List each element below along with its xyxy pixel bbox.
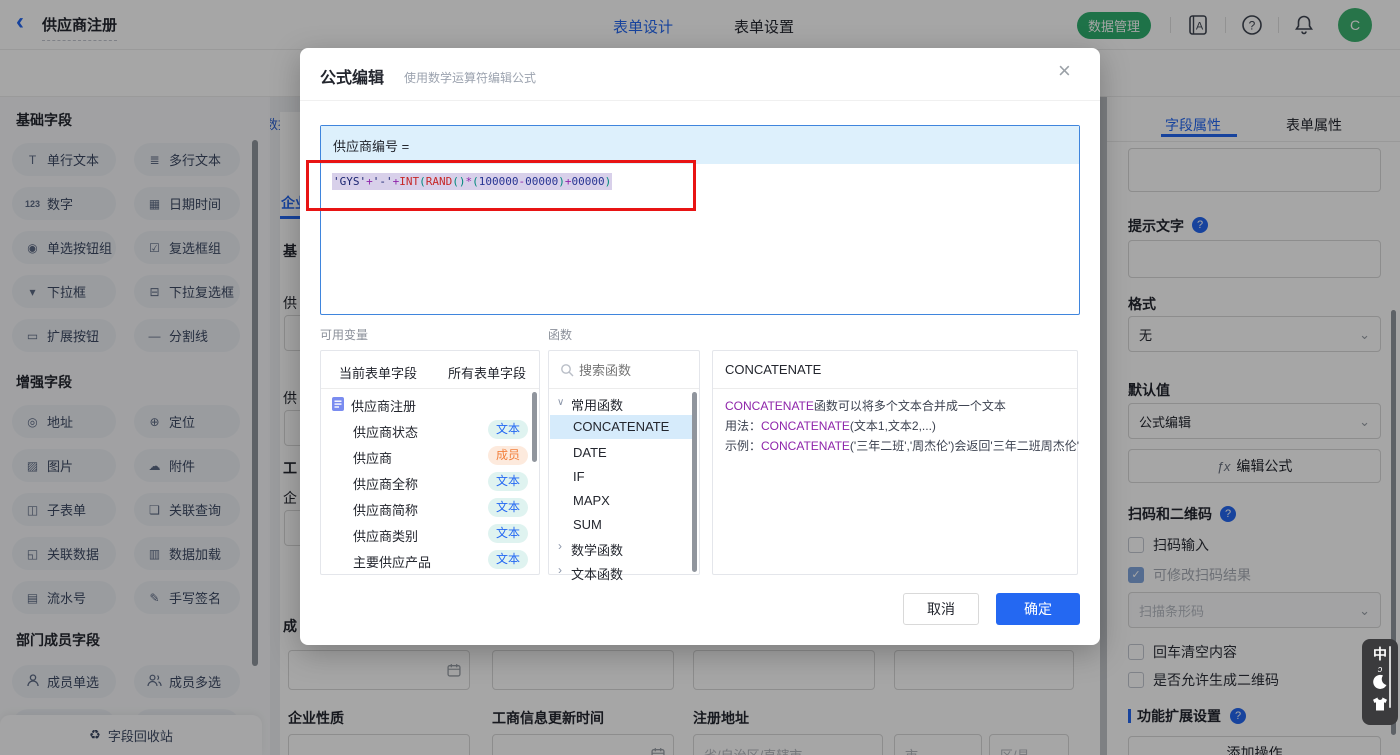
modal-title: 公式编辑 xyxy=(320,70,385,87)
cancel-label: 取消 xyxy=(927,601,955,617)
tab-current-form-fields[interactable]: 当前表单字段 xyxy=(339,363,417,382)
annotation-highlight-box xyxy=(306,160,696,211)
tab-all-form-fields[interactable]: 所有表单字段 xyxy=(448,363,526,382)
field-type-badge: 文本 xyxy=(488,524,529,543)
function-usage-line: 用法：CONCATENATE(文本1,文本2,...) xyxy=(725,417,936,434)
variables-scrollbar[interactable] xyxy=(532,392,537,462)
caret-down-icon[interactable]: ∨ xyxy=(557,397,564,408)
function-name: CONCATENATE xyxy=(761,439,850,453)
cancel-button[interactable]: 取消 xyxy=(903,593,979,625)
function-example-line: 示例：CONCATENATE('三年二班','周杰伦')会返回'三年二班周杰伦' xyxy=(725,437,1079,454)
modal-subtitle: 使用数学运算符编辑公式 xyxy=(404,71,537,85)
variables-panel: 当前表单字段 所有表单字段 供应商注册 供应商状态 文本 供应商 成员 供应商全… xyxy=(320,350,540,575)
moon-icon[interactable] xyxy=(1372,674,1388,695)
function-description-line: CONCATENATE函数可以将多个文本合并成一个文本 xyxy=(725,397,1006,414)
language-icon[interactable]: 中 xyxy=(1373,644,1387,664)
function-item-date[interactable]: DATE xyxy=(573,445,607,460)
variable-field[interactable]: 供应商状态 xyxy=(353,422,418,441)
function-description-title: CONCATENATE xyxy=(725,362,822,377)
formula-target-row: 供应商编号 = xyxy=(321,126,1079,164)
function-description-panel: CONCATENATE CONCATENATE函数可以将多个文本合并成一个文本 … xyxy=(712,350,1079,575)
squiggle-icon: ɔ xyxy=(1377,664,1383,674)
function-search-input[interactable] xyxy=(579,359,689,381)
field-type-badge: 成员 xyxy=(488,446,529,465)
variables-label: 可用变量 xyxy=(320,328,369,342)
variable-field[interactable]: 供应商简称 xyxy=(353,500,418,519)
confirm-label: 确定 xyxy=(1024,601,1052,617)
divider xyxy=(713,388,1077,389)
function-group-math[interactable]: 数学函数 xyxy=(571,540,623,559)
variable-field[interactable]: 主要供应产品 xyxy=(353,552,431,571)
formula-editor[interactable]: 供应商编号 = 'GYS'+'-'+INT(RAND()*(100000-000… xyxy=(320,125,1080,315)
functions-label: 函数 xyxy=(548,328,573,342)
field-type-badge: 文本 xyxy=(488,420,529,439)
variables-root[interactable]: 供应商注册 xyxy=(351,396,416,415)
example-prefix: 示例： xyxy=(725,439,762,453)
divider xyxy=(549,388,699,389)
usage-prefix: 用法： xyxy=(725,419,762,433)
example-text: ('三年二班','周杰伦')会返回'三年二班周杰伦' xyxy=(849,439,1079,453)
field-type-badge: 文本 xyxy=(488,472,529,491)
functions-scrollbar[interactable] xyxy=(692,392,697,572)
function-item-if[interactable]: IF xyxy=(573,469,585,484)
function-name: CONCATENATE xyxy=(725,399,814,413)
form-doc-icon xyxy=(332,397,344,416)
divider xyxy=(321,388,539,389)
field-type-badge: 文本 xyxy=(488,498,529,517)
function-group-common[interactable]: 常用函数 xyxy=(571,395,623,414)
function-group-text[interactable]: 文本函数 xyxy=(571,564,623,583)
confirm-button[interactable]: 确定 xyxy=(996,593,1080,625)
function-item-concatenate[interactable]: CONCATENATE xyxy=(573,419,669,434)
floating-tool-widget[interactable]: 中 ɔ xyxy=(1362,639,1398,725)
variable-field[interactable]: 供应商 xyxy=(353,448,392,467)
function-item-sum[interactable]: SUM xyxy=(573,517,602,532)
widget-scrollbar xyxy=(1389,646,1391,708)
caret-right-icon[interactable]: › xyxy=(558,539,562,553)
formula-edit-modal: 公式编辑 使用数学运算符编辑公式 × 供应商编号 = 'GYS'+'-'+INT… xyxy=(300,48,1100,645)
function-name: CONCATENATE xyxy=(761,419,850,433)
divider xyxy=(300,100,1100,101)
usage-text: (文本1,文本2,...) xyxy=(849,419,936,433)
description-text: 函数可以将多个文本合并成一个文本 xyxy=(813,399,1006,413)
close-icon[interactable]: × xyxy=(1058,60,1071,82)
formula-lhs: 供应商编号 = xyxy=(333,138,410,154)
search-icon xyxy=(560,363,574,382)
variable-field[interactable]: 供应商全称 xyxy=(353,474,418,493)
variable-field[interactable]: 供应商类别 xyxy=(353,526,418,545)
function-item-mapx[interactable]: MAPX xyxy=(573,493,610,508)
caret-right-icon[interactable]: › xyxy=(558,563,562,577)
functions-panel: ∨ 常用函数 CONCATENATE DATE IF MAPX SUM › 数学… xyxy=(548,350,700,582)
shirt-icon[interactable] xyxy=(1372,697,1388,716)
field-type-badge: 文本 xyxy=(488,550,529,569)
app-window: ‹ 供应商注册 表单设计 表单设置 数据管理 A ? C 表单外链 后端脚本 数… xyxy=(0,0,1400,755)
